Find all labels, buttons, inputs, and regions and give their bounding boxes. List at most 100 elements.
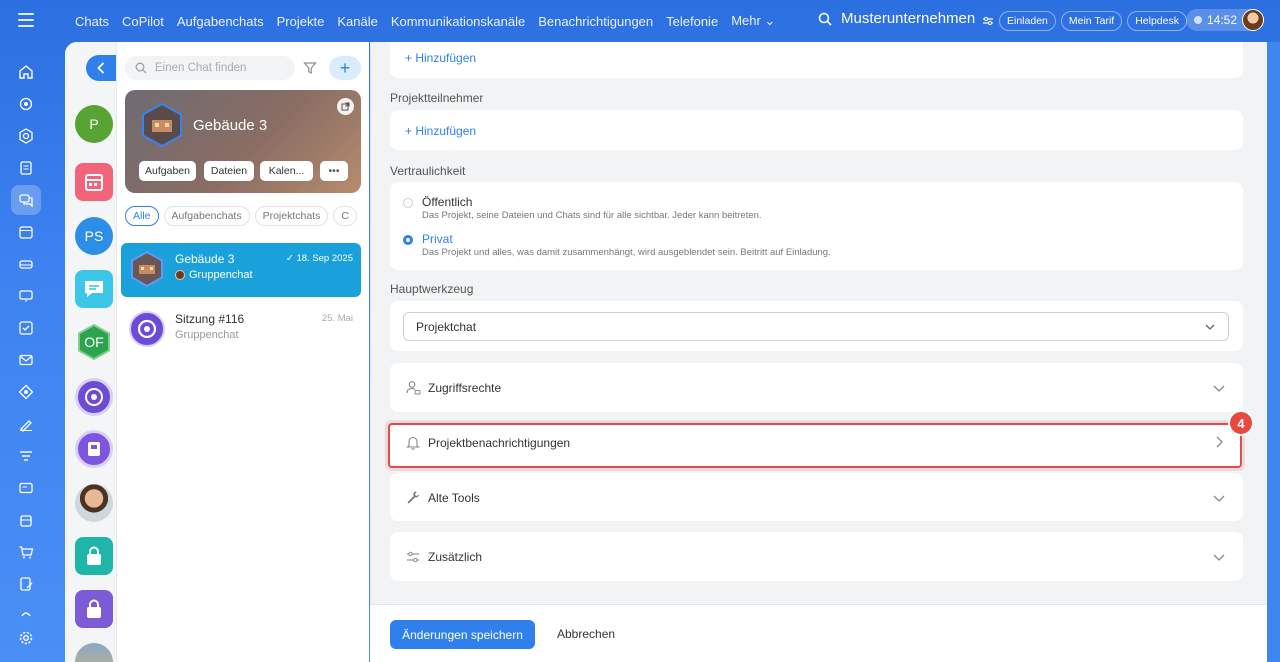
presentation-icon[interactable] [16,286,36,306]
avatar-ps[interactable]: PS [75,217,113,255]
invite-button[interactable]: Einladen [999,11,1056,31]
gear-icon[interactable] [16,628,36,648]
funnel-icon[interactable] [16,446,36,466]
chat-type: Gruppenchat [189,269,253,281]
home-icon[interactable] [16,62,36,82]
cart-icon[interactable] [16,542,36,562]
hexagon-icon[interactable] [16,126,36,146]
nav-channels[interactable]: Kanäle [337,14,377,29]
tab-all[interactable]: Alle [125,206,159,226]
nav-communication-channels[interactable]: Kommunikationskanäle [391,14,525,29]
helpdesk-button[interactable]: Helpdesk [1127,11,1187,31]
meeting-avatar[interactable] [75,378,113,416]
radio-public[interactable] [403,198,413,208]
chat-type: Gruppenchat [175,329,239,341]
document-icon[interactable] [16,158,36,178]
wrench-icon [407,491,419,504]
partial-icon[interactable] [16,602,36,622]
company-name: Musterunternehmen [841,10,976,27]
right-edge [1267,42,1280,662]
nav-telephony[interactable]: Telefonie [666,14,718,29]
chevron-down-icon[interactable] [1212,381,1226,395]
chat-date-text: 18. Sep 2025 [296,253,353,264]
participants-label: Projektteilnehmer [390,91,484,105]
settings-sliders-icon[interactable] [982,15,994,27]
left-icon-bar [0,42,52,662]
add-participant-link[interactable]: + Hinzufügen [405,124,476,138]
chat-search-input[interactable]: Einen Chat finden [125,56,295,80]
automation-icon[interactable] [16,382,36,402]
user-avatar[interactable] [1242,9,1264,31]
chat-date: ✓ 18. Sep 2025 [286,253,353,264]
search-icon [135,62,147,74]
collapse-button[interactable] [86,55,116,81]
old-tools-card[interactable] [390,473,1243,521]
chat-row-gebaeude-3[interactable]: Gebäude 3 Gruppenchat ✓ 18. Sep 2025 [121,243,361,297]
chevron-down-icon[interactable] [1212,550,1226,564]
chat-bubble-icon [85,281,103,297]
nav-more[interactable]: Mehr ⌄ [731,13,775,29]
clock-time: 14:52 [1207,13,1238,27]
copilot-icon[interactable] [16,94,36,114]
search-placeholder: Einen Chat finden [155,62,247,74]
calendar-icon [85,174,103,191]
calendar-icon[interactable] [16,222,36,242]
tab-more[interactable]: C [333,206,357,226]
more-button[interactable]: ••• [320,161,348,181]
access-rights-card[interactable] [390,363,1243,412]
chevron-down-icon[interactable] [1212,491,1226,505]
avatar-of[interactable]: OF [75,323,113,361]
edit-document-icon[interactable] [16,574,36,594]
mail-icon[interactable] [16,350,36,370]
lock-purple-avatar[interactable] [75,590,113,628]
sign-icon[interactable] [16,414,36,434]
add-owner-link[interactable]: + Hinzufügen [405,51,476,65]
filter-icon[interactable] [303,61,317,80]
status-dot-icon [1194,16,1202,24]
chat-subtitle: Gruppenchat [175,269,253,281]
card-icon[interactable] [16,478,36,498]
save-changes-button[interactable]: Änderungen speichern [390,620,535,649]
plus-icon: + [339,57,351,78]
nav-notifications[interactable]: Benachrichtigungen [538,14,653,29]
avatar-p[interactable]: P [75,105,113,143]
lock-icon [87,546,101,565]
tab-task-chats[interactable]: Aufgabenchats [163,206,250,226]
nav-task-chats[interactable]: Aufgabenchats [177,14,264,29]
book-icon [88,442,100,456]
tariff-button[interactable]: Mein Tarif [1060,11,1123,31]
menu-icon[interactable] [18,13,34,27]
calendar-button[interactable]: Kalen... [260,161,313,181]
tasks-icon[interactable] [16,318,36,338]
files-button[interactable]: Dateien [204,161,254,181]
store-icon[interactable] [16,510,36,530]
nav-copilot[interactable]: CoPilot [122,14,164,29]
main-tool-select[interactable]: Projektchat [403,312,1229,341]
open-external-icon[interactable] [337,98,354,115]
company-search[interactable]: Musterunternehmen [818,10,975,27]
new-chat-button[interactable]: + [329,56,361,80]
nav-chats[interactable]: Chats [75,14,109,29]
avatar-initials: PS [84,228,104,244]
cancel-button[interactable]: Abbrechen [557,627,615,641]
search-icon [818,12,832,26]
project-title: Gebäude 3 [193,117,268,134]
lock-teal-avatar[interactable] [75,537,113,575]
nav-projects[interactable]: Projekte [277,14,325,29]
private-title: Privat [422,232,453,246]
extra-card[interactable] [390,532,1243,581]
project-hexagon-avatar [131,251,163,287]
chat-bubble-avatar[interactable] [75,270,113,308]
calendar-chat-avatar[interactable] [75,163,113,201]
chat-date: 25. Mai [321,313,353,324]
tab-project-chats[interactable]: Projektchats [254,206,329,226]
chat-title: Sitzung #116 [175,312,245,326]
person-photo-avatar[interactable] [75,484,113,522]
chat-row-sitzung-116[interactable]: Sitzung #116 Gruppenchat 25. Mai [121,303,361,357]
tasks-button[interactable]: Aufgaben [139,161,196,181]
meeting-avatar-icon [129,311,165,347]
chat-icon[interactable] [11,185,41,215]
drive-icon[interactable] [16,254,36,274]
book-avatar[interactable] [75,430,113,468]
radio-private[interactable] [403,235,413,245]
